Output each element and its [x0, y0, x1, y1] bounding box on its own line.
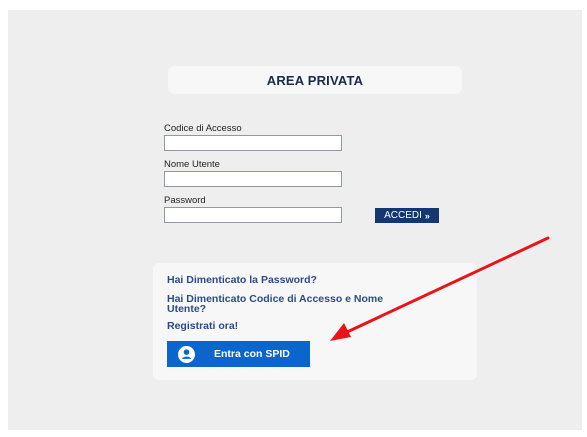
- register-link[interactable]: Registrati ora!: [167, 321, 238, 332]
- accedi-label: ACCEDI: [384, 210, 422, 221]
- spid-label: Entra con SPID: [214, 348, 290, 360]
- password-label: Password: [164, 195, 206, 206]
- page-title: AREA PRIVATA: [266, 72, 364, 88]
- chevron-right-icon: »: [424, 210, 430, 221]
- username-field[interactable]: [164, 171, 342, 187]
- access-code-field[interactable]: [164, 135, 342, 151]
- accedi-button[interactable]: ACCEDI »: [375, 208, 439, 223]
- password-field[interactable]: [164, 207, 342, 223]
- page-header: AREA PRIVATA: [168, 66, 462, 94]
- access-code-label: Codice di Accesso: [164, 123, 242, 134]
- user-icon: [178, 345, 195, 363]
- username-label: Nome Utente: [164, 159, 220, 170]
- spid-login-button[interactable]: Entra con SPID: [167, 341, 310, 367]
- forgot-password-link[interactable]: Hai Dimenticato la Password?: [167, 275, 317, 286]
- forgot-code-link-line2[interactable]: Utente?: [167, 304, 206, 315]
